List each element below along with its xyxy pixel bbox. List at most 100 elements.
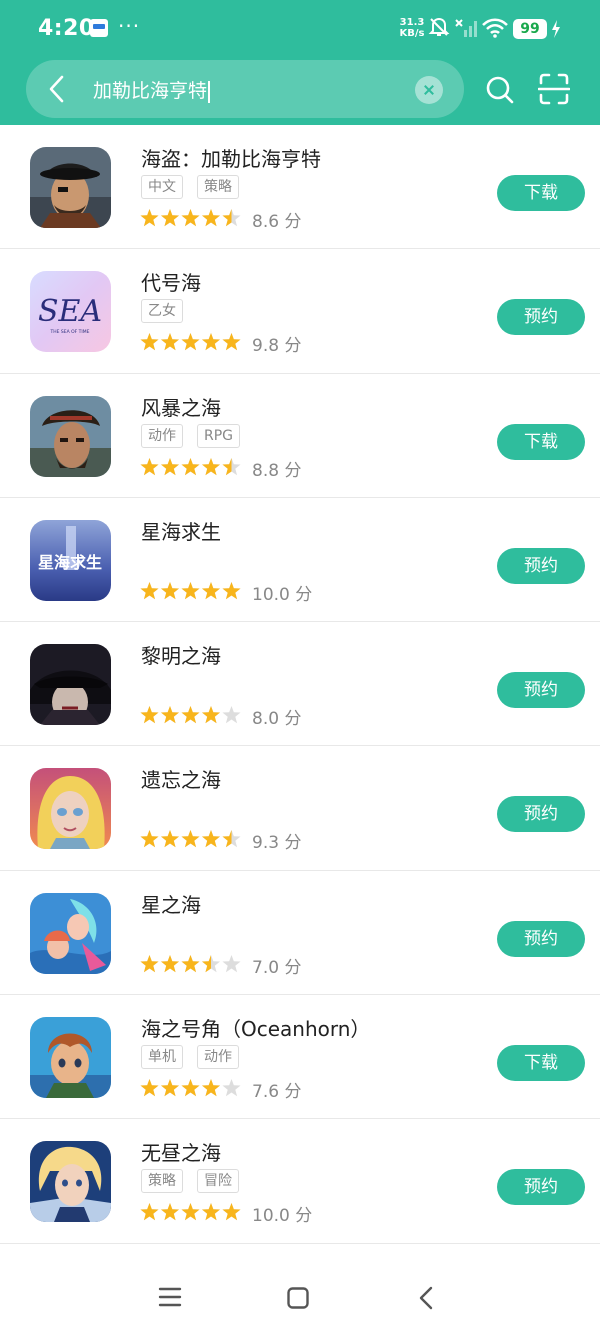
game-icon[interactable] — [30, 1017, 111, 1099]
game-icon-art: 星海求生 — [30, 519, 111, 601]
game-tag: 乙女 — [141, 299, 183, 324]
game-tag: 冒险 — [197, 1169, 239, 1194]
game-title[interactable]: 海之号角（Oceanhorn） — [141, 1013, 370, 1042]
game-result-row[interactable]: 星海求生 星海求生 10.0 分 预约 — [0, 498, 600, 623]
game-score: 9.3 分 — [252, 833, 302, 854]
star-filled-icon — [222, 333, 241, 351]
scan-icon[interactable] — [538, 72, 570, 106]
game-title[interactable]: 代号海 — [141, 267, 201, 296]
search-icon[interactable] — [484, 74, 516, 106]
network-speed: 31.3 KB/s — [398, 17, 426, 39]
sea-logo-text: SEA — [38, 294, 102, 329]
game-icon[interactable] — [30, 1141, 111, 1223]
star-rating — [140, 829, 242, 849]
search-box[interactable] — [26, 60, 464, 118]
network-speed-unit: KB/s — [399, 28, 425, 39]
game-icon-art: SEATHE SEA OF TIME — [30, 271, 111, 353]
star-filled-icon — [222, 581, 241, 600]
home-icon[interactable] — [286, 1286, 310, 1310]
reserve-button[interactable]: 预约 — [497, 920, 585, 957]
game-icon-art — [30, 1017, 111, 1099]
game-score: 10.0 分 — [252, 584, 313, 605]
star-filled-icon — [181, 706, 200, 724]
game-tag: 动作 — [141, 423, 183, 448]
game-icon[interactable] — [30, 768, 111, 850]
reserve-button[interactable]: 预约 — [497, 299, 585, 336]
star-filled-icon — [140, 581, 159, 600]
game-icon[interactable]: SEA THE SEA OF TIME — [30, 271, 111, 353]
clear-icon[interactable] — [415, 76, 443, 104]
star-rating — [140, 954, 242, 974]
star-filled-icon — [201, 1203, 221, 1221]
star-filled-icon — [160, 1203, 180, 1221]
game-title[interactable]: 海盗：加勒比海亨特 — [141, 143, 321, 172]
game-score: 9.8 分 — [252, 336, 302, 357]
game-icon[interactable]: 星海求生 — [30, 519, 111, 601]
search-results-list: 海盗：加勒比海亨特 中文 策略 8.6 分下载 SEA THE SEA OF TIME 代号… — [0, 125, 600, 1244]
reserve-button[interactable]: 预约 — [497, 672, 585, 709]
status-time: 4:20 — [38, 16, 95, 41]
game-title[interactable]: 无昼之海 — [141, 1137, 221, 1166]
download-button[interactable]: 下载 — [497, 1045, 585, 1082]
cell-signal-icon — [455, 19, 477, 37]
game-result-row[interactable]: 黎明之海 8.0 分 预约 — [0, 622, 600, 747]
game-icon-art — [30, 395, 111, 477]
menu-icon[interactable] — [158, 1286, 182, 1308]
game-score: 8.6 分 — [252, 212, 302, 232]
game-icon-art — [30, 768, 111, 850]
star-filled-icon — [181, 209, 200, 227]
back-arrow-icon[interactable] — [44, 74, 70, 104]
game-tags: 乙女 — [141, 299, 197, 325]
star-filled-icon — [140, 209, 159, 227]
game-title[interactable]: 黎明之海 — [141, 640, 221, 669]
game-icon[interactable] — [30, 892, 111, 974]
game-icon-art — [30, 1141, 111, 1223]
game-result-row[interactable]: 风暴之海 动作 RPG 8.8 分 下载 — [0, 374, 600, 498]
download-button[interactable]: 下载 — [497, 175, 585, 211]
reserve-button[interactable]: 预约 — [497, 796, 585, 833]
star-filled-icon — [160, 1079, 180, 1097]
network-speed-value: 31.3 — [399, 17, 425, 28]
game-title[interactable]: 风暴之海 — [141, 392, 221, 421]
star-empty-icon — [222, 954, 241, 972]
back-icon[interactable] — [416, 1286, 436, 1310]
star-filled-icon — [222, 1203, 241, 1221]
star-filled-icon — [160, 581, 180, 600]
game-icon[interactable] — [30, 644, 111, 726]
game-tags: 中文 策略 — [141, 175, 253, 201]
star-filled-icon — [181, 1203, 200, 1221]
game-tag: 策略 — [141, 1169, 183, 1194]
game-icon-art — [30, 147, 111, 228]
star-rating — [140, 208, 242, 228]
star-filled-icon — [181, 1079, 200, 1097]
game-title[interactable]: 遗忘之海 — [141, 764, 221, 793]
game-result-row[interactable]: 遗忘之海 9.3 分 预约 — [0, 746, 600, 871]
star-filled-icon — [140, 1203, 159, 1221]
status-bar: 4:20 ··· 31.3 KB/s 99 — [0, 0, 600, 58]
game-title[interactable]: 星之海 — [141, 889, 201, 918]
game-icon[interactable] — [30, 147, 111, 228]
game-icon-art — [30, 644, 111, 726]
game-result-row[interactable]: 星之海 7.0 分 预约 — [0, 871, 600, 996]
star-filled-icon — [181, 830, 200, 848]
game-score: 8.8 分 — [252, 460, 302, 481]
star-filled-icon — [201, 706, 221, 724]
search-input[interactable]: 加勒比海亨特 — [93, 76, 211, 103]
charging-bolt-icon — [552, 20, 560, 38]
star-filled-icon — [140, 954, 159, 972]
reserve-button[interactable]: 预约 — [497, 547, 585, 584]
download-button[interactable]: 下载 — [497, 423, 585, 460]
star-filled-icon — [181, 333, 200, 351]
game-icon[interactable] — [30, 395, 111, 477]
game-title[interactable]: 星海求生 — [141, 516, 221, 545]
game-result-row[interactable]: 海盗：加勒比海亨特 中文 策略 8.6 分 下载 — [0, 125, 600, 250]
game-tag: 动作 — [197, 1045, 239, 1070]
reserve-button[interactable]: 预约 — [497, 1169, 585, 1206]
game-result-row[interactable]: 海之号角（Oceanhorn） 单机 动作 7.6 分 下载 — [0, 995, 600, 1120]
game-result-row[interactable]: SEA THE SEA OF TIME 代号海乙女 9.8 分 预约 — [0, 249, 600, 374]
search-query-text: 加勒比海亨特 — [93, 80, 208, 102]
star-filled-icon — [160, 954, 180, 972]
star-filled-icon — [181, 457, 200, 475]
star-filled-icon — [181, 581, 200, 600]
game-result-row[interactable]: 无昼之海 策略 冒险 10.0 分 预约 — [0, 1119, 600, 1244]
